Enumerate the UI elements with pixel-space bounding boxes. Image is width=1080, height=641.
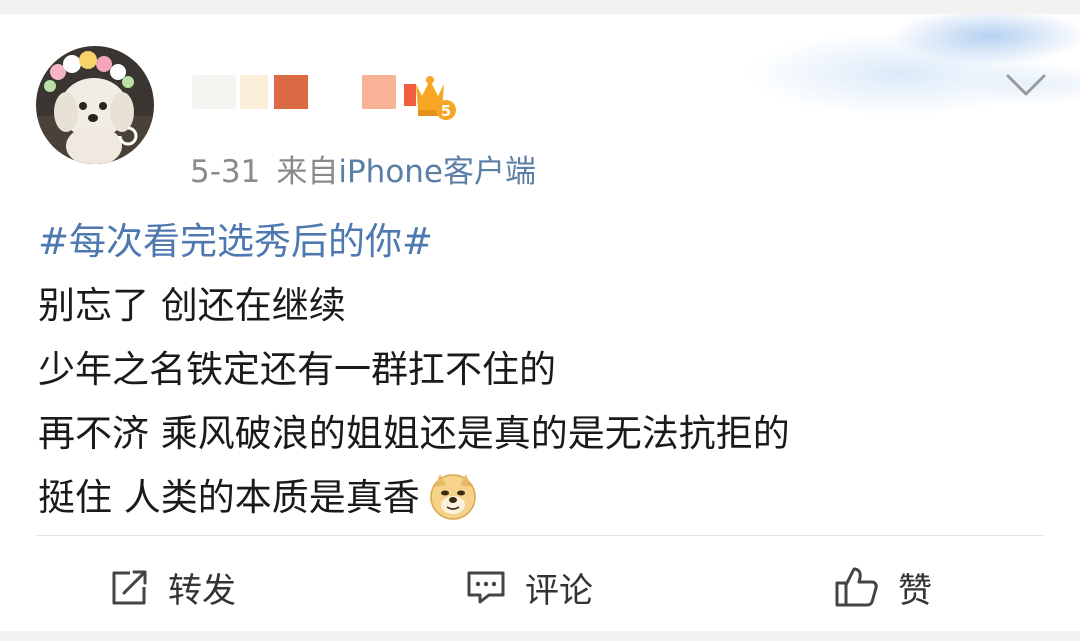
post-line: 挺住 人类的本质是真香	[38, 476, 420, 519]
weibo-post-card: 5 5-31 来自iPhone客户端 #每次看完选秀后的你# 别忘了 创还在继续 …	[0, 14, 1080, 631]
comment-button[interactable]: 评论	[465, 547, 593, 627]
avatar[interactable]	[36, 46, 154, 164]
hashtag-link[interactable]: #每次看完选秀后的你#	[38, 210, 1040, 274]
vip-level-label: 5	[441, 102, 451, 120]
like-button[interactable]: 赞	[834, 547, 932, 627]
repost-label: 转发	[168, 570, 236, 611]
source-app-link[interactable]: iPhone客户端	[338, 154, 536, 190]
username-blurred[interactable]	[192, 72, 396, 112]
divider	[36, 535, 1044, 536]
post-line: 再不济 乘风破浪的姐姐还是真的是无法抗拒的	[38, 412, 790, 455]
like-label: 赞	[898, 570, 932, 611]
header-cloud-decoration	[660, 14, 1080, 124]
repost-button[interactable]: 转发	[108, 547, 236, 627]
doge-emoji-icon	[428, 471, 478, 521]
username-block	[240, 75, 268, 109]
post-body: #每次看完选秀后的你# 别忘了 创还在继续 少年之名铁定还有一群扛不住的 再不济…	[38, 210, 1040, 530]
username-block	[274, 75, 308, 109]
post-line-last: 挺住 人类的本质是真香	[38, 466, 1040, 530]
source-prefix: 来自	[276, 154, 339, 190]
comment-label: 评论	[525, 570, 593, 611]
username-block	[316, 75, 350, 109]
post-line: 别忘了 创还在继续	[38, 284, 346, 327]
post-date: 5-31	[190, 154, 261, 190]
share-square-icon	[108, 567, 150, 607]
post-meta: 5-31 来自iPhone客户端	[190, 146, 536, 191]
comment-bubble-icon	[465, 567, 507, 607]
action-bar: 转发 评论 赞	[0, 547, 1080, 627]
thumbs-up-icon	[834, 565, 880, 609]
post-line: 少年之名铁定还有一群扛不住的	[38, 348, 556, 391]
username-block	[192, 75, 236, 109]
username-block	[362, 75, 396, 109]
vip-crown-icon[interactable]: 5	[402, 70, 458, 122]
chevron-down-icon[interactable]	[1004, 70, 1048, 100]
